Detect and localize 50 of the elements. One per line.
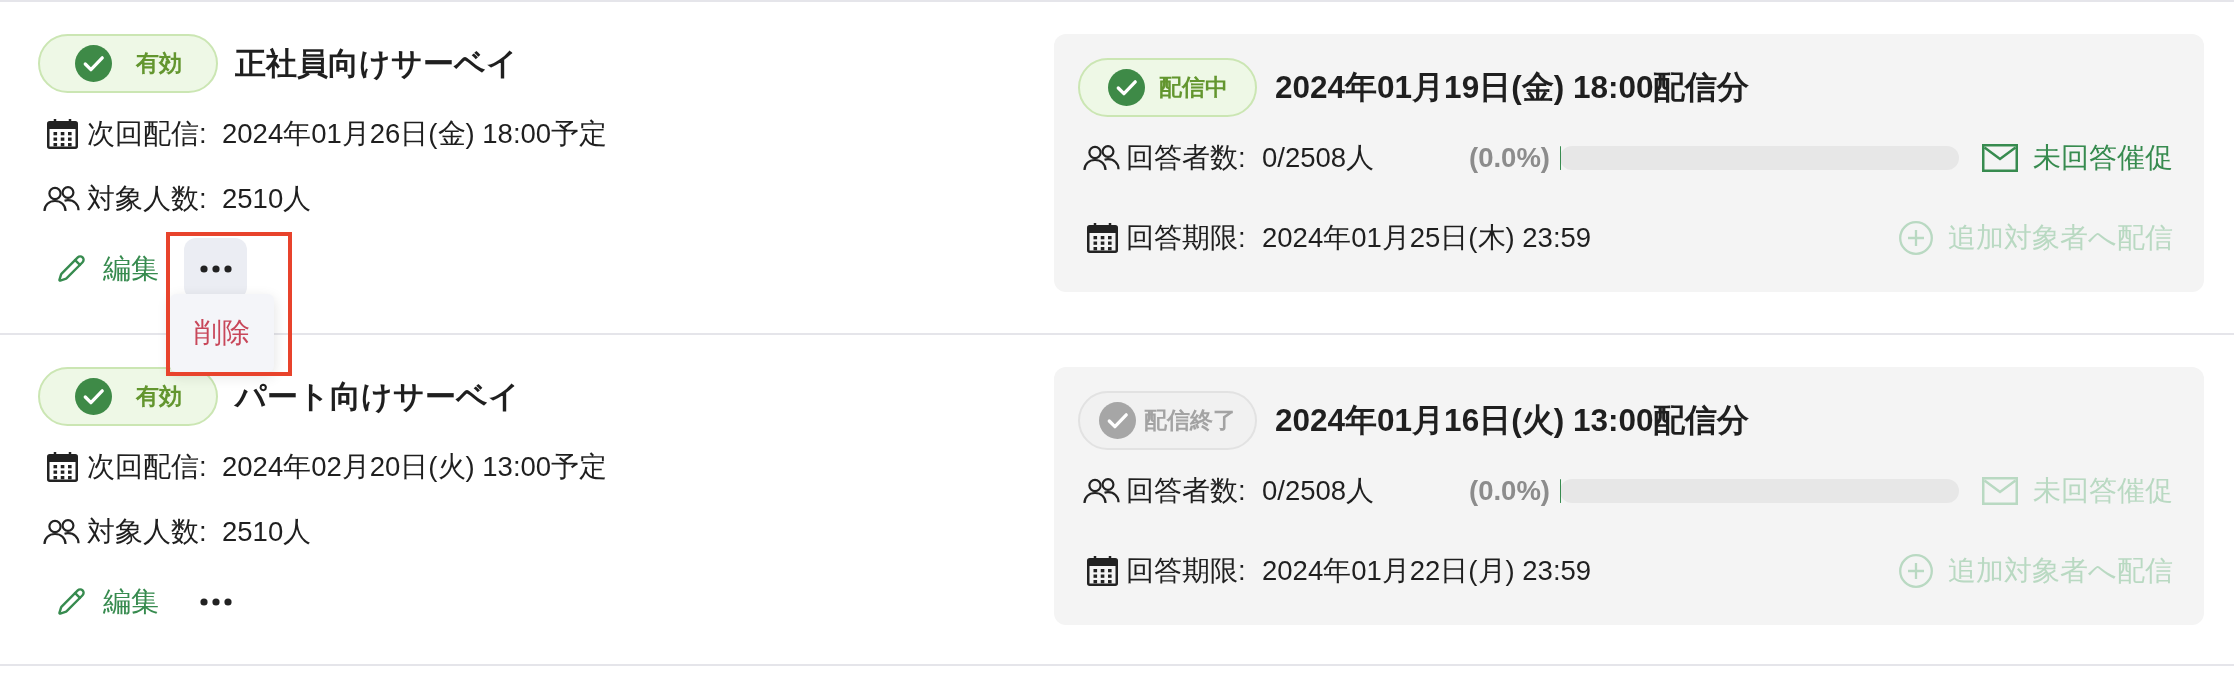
field-value: 2024年01月22日(月) 23:59 [1262,557,1592,585]
response-rate: (0.0%) [1469,144,1550,172]
plus-circle-icon [1899,221,1933,255]
field-value: 2024年01月26日(金) 18:00予定 [222,120,608,148]
check-circle-icon [1099,402,1136,439]
response-rate: (0.0%) [1469,477,1550,505]
more-icon [199,597,232,606]
field-label: 回答者数: [1126,477,1247,505]
people-icon [1083,478,1121,504]
envelope-icon [1982,477,2018,505]
remind-button[interactable]: 未回答催促 [1982,144,2173,172]
pencil-icon [57,587,86,616]
field-value: 2024年02月20日(火) 13:00予定 [222,453,608,481]
field-value: 2510人 [222,185,312,213]
delivery-title: 2024年01月19日(金) 18:00配信分 [1275,71,1750,104]
field-label: 対象人数: [87,185,208,213]
field-label: 回答期限: [1126,557,1247,585]
field-label: 次回配信: [87,120,208,148]
calendar-icon [1086,556,1118,586]
calendar-icon [46,119,78,149]
delivery-title: 2024年01月16日(火) 13:00配信分 [1275,404,1750,437]
edit-button[interactable]: 編集 [57,587,159,616]
calendar-icon [1086,223,1118,253]
pencil-icon [57,254,86,283]
survey-title: 正社員向けサーベイ [235,48,518,79]
people-icon [43,186,81,212]
field-label: 回答期限: [1126,224,1247,252]
field-value: 2024年01月25日(木) 23:59 [1262,224,1592,252]
field-label: 回答者数: [1126,144,1247,172]
status-badge: 有効 [38,34,218,93]
field-value: 2510人 [222,518,312,546]
plus-circle-icon [1899,554,1933,588]
check-circle-icon [74,378,112,415]
more-icon [199,264,232,273]
status-badge: 配信中 [1078,58,1257,117]
edit-button[interactable]: 編集 [57,254,159,283]
menu-item[interactable]: 削除 [186,310,258,356]
field-label: 次回配信: [87,453,208,481]
field-value: 0/2508人 [1262,144,1376,172]
field-label: 対象人数: [87,518,208,546]
check-circle-icon [1107,69,1145,106]
status-badge: 有効 [38,367,218,426]
people-icon [1083,145,1121,171]
status-badge: 配信終了 [1078,391,1257,450]
people-icon [43,519,81,545]
check-circle-icon [74,45,112,82]
survey-title: パート向けサーベイ [235,381,520,412]
envelope-icon [1982,144,2018,172]
field-value: 0/2508人 [1262,477,1376,505]
calendar-icon [46,452,78,482]
